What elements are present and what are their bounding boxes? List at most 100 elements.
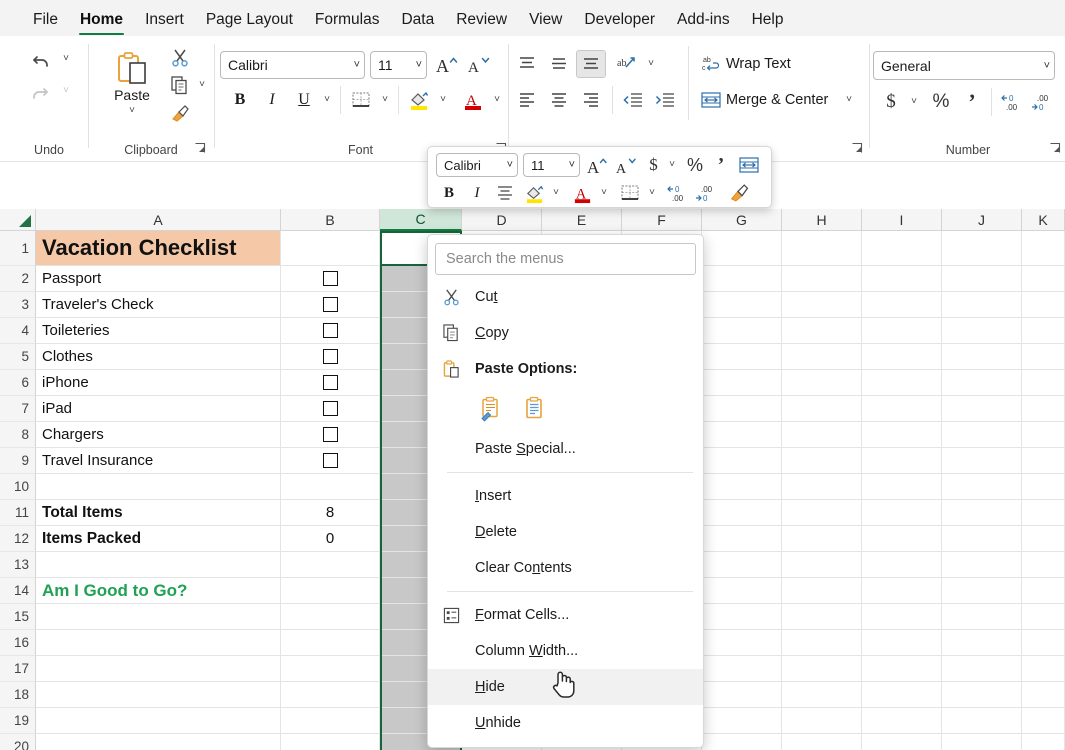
checkbox-row-2[interactable] (322, 271, 338, 286)
cell-g4[interactable] (702, 318, 782, 344)
cell-k5[interactable] (1022, 344, 1065, 370)
cell-k15[interactable] (1022, 604, 1065, 630)
number-dialog-launcher[interactable] (1049, 142, 1063, 156)
mini-bold-button[interactable]: B (436, 180, 462, 206)
cell-g19[interactable] (702, 708, 782, 734)
cell-a10[interactable] (36, 474, 281, 500)
clipboard-dialog-launcher[interactable] (194, 142, 208, 156)
cell-b9[interactable] (281, 448, 380, 474)
row-header-18[interactable]: 18 (0, 682, 36, 708)
cell-b8[interactable] (281, 422, 380, 448)
menu-item-paste-special[interactable]: Paste Special... (428, 431, 703, 467)
cell-i10[interactable] (862, 474, 942, 500)
wrap-text-button[interactable]: ab c (698, 50, 724, 78)
cell-i5[interactable] (862, 344, 942, 370)
cell-b11[interactable]: 8 (281, 500, 380, 526)
column-header-d[interactable]: D (462, 209, 542, 231)
cell-j8[interactable] (942, 422, 1022, 448)
cell-h3[interactable] (782, 292, 862, 318)
cell-b10[interactable] (281, 474, 380, 500)
increase-indent-button[interactable] (650, 86, 680, 114)
row-header-6[interactable]: 6 (0, 370, 36, 396)
cell-j10[interactable] (942, 474, 1022, 500)
row-header-20[interactable]: 20 (0, 734, 36, 750)
mini-fill-color-button[interactable] (520, 180, 548, 206)
cell-j20[interactable] (942, 734, 1022, 750)
cell-j3[interactable] (942, 292, 1022, 318)
column-header-e[interactable]: E (542, 209, 622, 231)
cell-a9[interactable]: Travel Insurance (36, 448, 281, 474)
orientation-button[interactable]: ab (612, 50, 642, 78)
bold-button[interactable]: B (226, 86, 254, 114)
merge-center-label[interactable]: Merge & Center (726, 92, 828, 108)
cell-a4[interactable]: Toileteries (36, 318, 281, 344)
column-header-f[interactable]: F (622, 209, 702, 231)
cell-k6[interactable] (1022, 370, 1065, 396)
row-header-15[interactable]: 15 (0, 604, 36, 630)
column-header-j[interactable]: J (942, 209, 1022, 231)
cell-j9[interactable] (942, 448, 1022, 474)
cell-a13[interactable] (36, 552, 281, 578)
cell-b7[interactable] (281, 396, 380, 422)
cell-i4[interactable] (862, 318, 942, 344)
mini-merge-center-button[interactable] (734, 152, 764, 178)
mini-font-color-dropdown[interactable]: ˅ (596, 180, 612, 206)
cell-a17[interactable] (36, 656, 281, 682)
cell-j11[interactable] (942, 500, 1022, 526)
cell-g18[interactable] (702, 682, 782, 708)
checkbox-row-8[interactable] (322, 427, 338, 442)
column-header-a[interactable]: A (36, 209, 281, 231)
cell-b12[interactable]: 0 (281, 526, 380, 552)
cell-i8[interactable] (862, 422, 942, 448)
cell-k7[interactable] (1022, 396, 1065, 422)
paste-keep-source-icon[interactable] (519, 394, 549, 424)
tab-add-ins[interactable]: Add-ins (666, 10, 741, 36)
cell-b6[interactable] (281, 370, 380, 396)
percent-style-button[interactable]: % (927, 88, 955, 116)
cell-i18[interactable] (862, 682, 942, 708)
column-header-b[interactable]: B (281, 209, 380, 231)
cell-g7[interactable] (702, 396, 782, 422)
cell-k16[interactable] (1022, 630, 1065, 656)
cell-h6[interactable] (782, 370, 862, 396)
menu-item-insert[interactable]: Insert (428, 478, 703, 514)
mini-comma-button[interactable]: ’ (710, 152, 732, 178)
menu-item-unhide[interactable]: Unhide (428, 705, 703, 741)
row-header-16[interactable]: 16 (0, 630, 36, 656)
mini-borders-button[interactable] (616, 180, 644, 206)
cell-j15[interactable] (942, 604, 1022, 630)
cell-j13[interactable] (942, 552, 1022, 578)
row-header-14[interactable]: 14 (0, 578, 36, 604)
cell-g17[interactable] (702, 656, 782, 682)
cell-g9[interactable] (702, 448, 782, 474)
cell-k1[interactable] (1022, 231, 1065, 266)
cell-i2[interactable] (862, 266, 942, 292)
cell-k19[interactable] (1022, 708, 1065, 734)
menu-item-column-width[interactable]: Column Width... (428, 633, 703, 669)
cell-b14[interactable] (281, 578, 380, 604)
cell-a8[interactable]: Chargers (36, 422, 281, 448)
cell-g20[interactable] (702, 734, 782, 750)
mini-currency-dropdown[interactable]: ˅ (664, 152, 680, 178)
paste-button[interactable]: Paste ˅ (102, 44, 162, 122)
mini-decrease-font-button[interactable]: A (613, 152, 640, 178)
cell-b2[interactable] (281, 266, 380, 292)
cell-j18[interactable] (942, 682, 1022, 708)
cell-h9[interactable] (782, 448, 862, 474)
tab-data[interactable]: Data (390, 10, 445, 36)
column-header-k[interactable]: K (1022, 209, 1065, 231)
align-bottom-button[interactable] (576, 50, 606, 78)
menu-item-format-cells[interactable]: Format Cells... (428, 597, 703, 633)
cell-a14[interactable]: Am I Good to Go? (36, 578, 281, 604)
font-color-dropdown[interactable]: ˅ (488, 86, 506, 114)
orientation-dropdown[interactable]: ˅ (642, 50, 660, 78)
number-format-combo[interactable]: General ˅ (873, 51, 1055, 80)
tab-view[interactable]: View (518, 10, 573, 36)
cell-j19[interactable] (942, 708, 1022, 734)
cell-k10[interactable] (1022, 474, 1065, 500)
align-middle-button[interactable] (544, 50, 574, 78)
mini-font-size-combo[interactable]: 11 ˅ (523, 153, 580, 177)
cell-i20[interactable] (862, 734, 942, 750)
increase-font-size-button[interactable]: A (432, 51, 462, 79)
cell-a16[interactable] (36, 630, 281, 656)
